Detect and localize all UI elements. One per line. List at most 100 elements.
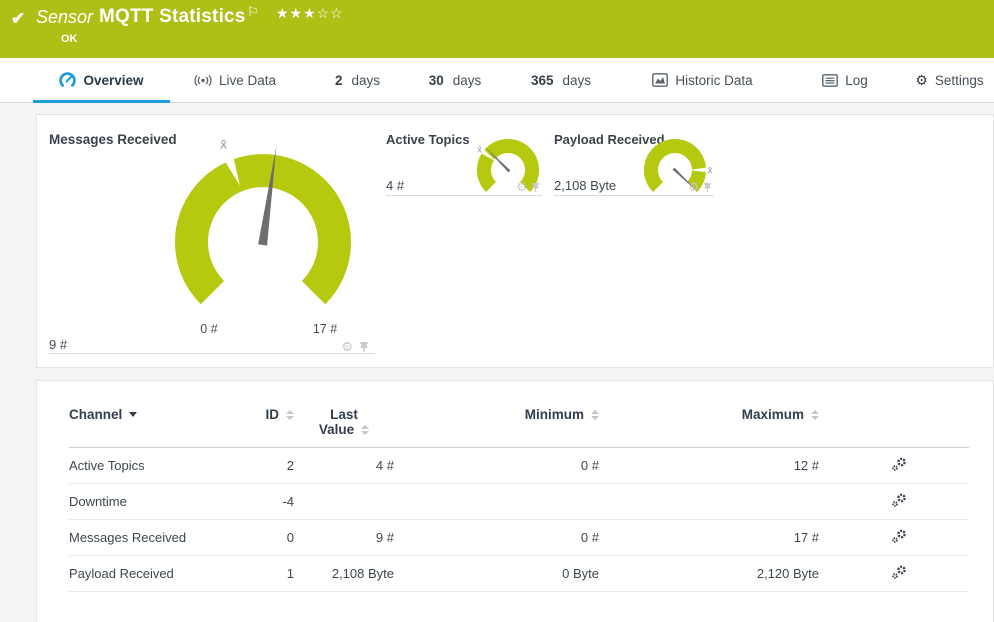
tab-label: Log [845,72,868,88]
channel-last-value: 4 # [375,458,394,473]
column-header-id[interactable]: ID [239,407,294,422]
gear-icon: ⚙ [915,72,928,88]
tab-day-count: 365 [530,72,554,88]
gauge-min-label: 0 # [200,322,218,336]
tab-bar: Overview Live Data 2 days 30 days 365 da… [0,58,994,103]
channel-id: 2 [286,458,294,473]
panel-active-topics: Active Topics x̄ 4 # ⚙ [386,126,542,196]
channel-id: 1 [286,566,294,581]
channel-name: Active Topics [69,458,145,473]
gauges-card: Messages Received x̄ 0 # 17 # 9 # ⚙ Acti… [36,114,994,368]
channel-id: -4 [282,494,294,509]
column-label: ID [265,407,280,422]
chart-icon [652,73,669,87]
channel-minimum: 0 Byte [562,566,599,581]
priority-stars[interactable]: ★★★☆☆ [276,5,344,22]
sensor-banner: ✔ Sensor MQTT Statistics ⚐ ★★★☆☆ OK [0,0,994,58]
tab-label: Overview [83,72,144,88]
column-header-last-value[interactable]: Last Value [294,407,394,437]
tab-day-count: 30 [428,72,444,88]
status-ok-icon: ✔ [11,9,26,28]
panel-controls: ⚙ [516,181,540,193]
channel-minimum: 0 # [580,458,599,473]
page-title: MQTT Statistics [99,6,246,27]
tab-overview[interactable]: Overview [33,58,170,103]
messages-received-gauge[interactable]: x̄ [165,129,361,335]
channel-settings-icon[interactable] [891,565,908,580]
channels-card: Channel ID Last Value Minimum Maximum Ac… [36,380,994,622]
channel-last-value: 2,108 Byte [331,566,394,581]
tab-365-days[interactable]: 365 days [515,58,607,102]
channels-table: Channel ID Last Value Minimum Maximum Ac… [69,407,969,592]
sort-icon [811,409,819,420]
column-header-minimum[interactable]: Minimum [394,407,599,422]
gear-icon[interactable]: ⚙ [341,340,353,353]
flag-icon[interactable]: ⚐ [247,4,259,20]
gauge-average-label: x̄ [220,137,227,152]
log-icon [822,73,839,87]
channel-name: Messages Received [69,530,187,545]
tab-day-count: 2 [334,72,343,88]
pin-icon[interactable] [703,182,712,193]
tab-30-days[interactable]: 30 days [415,58,495,102]
tab-label: days [452,72,482,88]
object-kind-label: Sensor [36,7,94,27]
table-row: Payload Received 1 2,108 Byte 0 Byte 2,1… [69,556,969,592]
tab-historic-data[interactable]: Historic Data [645,58,760,102]
column-header-channel[interactable]: Channel [69,407,239,422]
channel-maximum: 2,120 Byte [756,566,819,581]
gear-icon[interactable]: ⚙ [688,181,699,193]
gauge-max-label: 17 # [312,322,338,336]
channel-minimum: 0 # [580,530,599,545]
tab-live-data[interactable]: Live Data [185,58,285,102]
channel-last-value: 2,108 Byte [554,178,617,193]
channel-last-value: 9 # [49,337,68,352]
channel-last-value: 4 # [386,178,405,193]
column-label: Value [318,422,355,437]
table-row: Downtime -4 [69,484,969,520]
tab-label: days [351,72,381,88]
channel-settings-icon[interactable] [891,493,908,508]
tab-log[interactable]: Log [810,58,880,102]
column-label: Maximum [741,407,804,422]
panel-controls: ⚙ [341,340,369,353]
channel-settings-icon[interactable] [891,529,908,544]
table-header-row: Channel ID Last Value Minimum Maximum [69,407,969,448]
gear-icon[interactable]: ⚙ [516,181,527,193]
tab-label: days [562,72,592,88]
table-row: Messages Received 0 9 # 0 # 17 # [69,520,969,556]
channel-name: Payload Received [69,566,174,581]
tab-2-days[interactable]: 2 days [320,58,395,102]
column-label: Channel [69,407,123,422]
sort-icon [286,409,294,420]
table-row: Active Topics 2 4 # 0 # 12 # [69,448,969,484]
broadcast-icon [194,74,212,86]
sort-icon [591,409,599,420]
gauge-icon [59,71,77,87]
pin-icon[interactable] [531,182,540,193]
panel-title: Messages Received [49,132,177,147]
sensor-page: ✔ Sensor MQTT Statistics ⚐ ★★★☆☆ OK Over… [0,0,994,622]
channel-settings-icon[interactable] [891,457,908,472]
pin-icon[interactable] [359,341,369,353]
status-badge: OK [61,33,78,45]
panel-payload-received: Payload Received x̄ 2,108 Byte ⚙ [554,126,714,196]
channel-name: Downtime [69,494,127,509]
channel-maximum: 12 # [793,458,819,473]
channel-id: 0 [286,530,294,545]
channel-last-value: 9 # [375,530,394,545]
tab-label: Settings [934,72,984,88]
tab-settings[interactable]: ⚙ Settings [905,58,994,102]
tab-label: Live Data [218,72,277,88]
channel-maximum: 17 # [793,530,819,545]
panel-controls: ⚙ [688,181,712,193]
column-label: Last [330,407,358,422]
gauge-average-label: x̄ [708,165,713,175]
tab-label: Historic Data [675,72,753,88]
column-label: Minimum [524,407,584,422]
column-header-maximum[interactable]: Maximum [599,407,819,422]
sort-desc-icon [129,412,138,417]
gauge-average-label: x̄ [477,144,482,154]
panel-title: Active Topics [386,132,470,147]
panel-messages-received: Messages Received x̄ 0 # 17 # 9 # ⚙ [49,126,375,354]
